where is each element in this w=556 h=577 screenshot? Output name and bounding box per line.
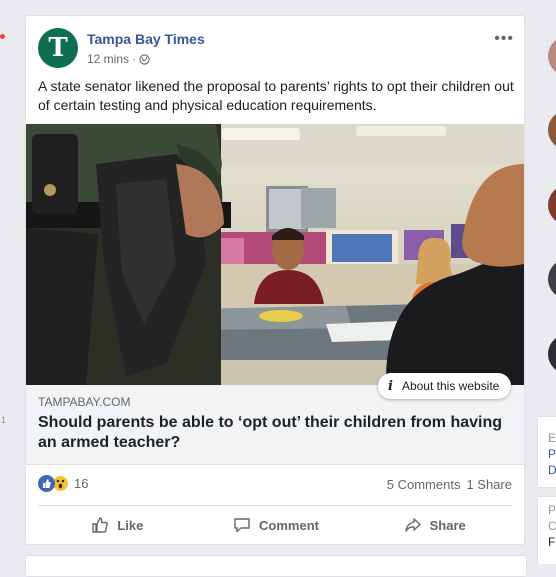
news-feed-post: T Tampa Bay Times 12 mins · ••• A state … <box>25 15 525 545</box>
right-panel-letter: E <box>548 431 556 445</box>
classroom-photo <box>26 124 524 385</box>
page-avatar[interactable]: T <box>38 28 78 68</box>
right-panel-letter: F <box>548 535 556 549</box>
next-post-card <box>25 555 527 577</box>
post-timestamp[interactable]: 12 mins <box>87 52 129 66</box>
share-button[interactable]: Share <box>355 509 514 541</box>
meta-separator: · <box>132 52 137 66</box>
post-header: T Tampa Bay Times 12 mins · ••• <box>38 28 514 70</box>
left-sidebar-edge: 1 <box>0 0 24 564</box>
link-domain: TAMPABAY.COM <box>38 395 131 409</box>
about-this-website-label: About this website <box>401 379 500 393</box>
friend-avatar[interactable] <box>548 334 556 374</box>
notification-dot <box>0 34 5 39</box>
right-column: E P D P C F <box>536 0 556 564</box>
post-action-bar: Like Comment Share <box>38 509 514 541</box>
friend-avatar[interactable] <box>548 259 556 299</box>
engagement-counts: 5 Comments 1 Share <box>387 477 512 492</box>
like-label: Like <box>117 517 144 533</box>
comment-label: Comment <box>259 517 319 533</box>
comment-button[interactable]: Comment <box>197 509 356 541</box>
right-panel-letter[interactable]: P <box>548 446 556 462</box>
friend-avatar[interactable] <box>548 36 556 76</box>
page-name-link[interactable]: Tampa Bay Times <box>87 31 205 47</box>
like-button[interactable]: Like <box>38 509 197 541</box>
globe-icon <box>139 53 150 65</box>
more-options-icon[interactable]: ••• <box>494 30 514 48</box>
like-reaction-icon <box>38 475 55 492</box>
action-divider <box>38 505 512 506</box>
share-icon <box>404 518 421 532</box>
link-preview-image[interactable] <box>26 124 524 385</box>
reaction-summary[interactable]: 16 <box>38 475 88 492</box>
comments-count-link[interactable]: 5 Comments <box>387 477 461 492</box>
link-headline: Should parents be able to ‘opt out’ thei… <box>38 414 503 451</box>
reaction-count: 16 <box>74 476 89 491</box>
friend-avatar[interactable] <box>548 185 556 225</box>
about-this-website-button[interactable]: i About this website <box>378 373 512 399</box>
share-label: Share <box>429 517 466 533</box>
info-icon: i <box>388 378 393 394</box>
like-icon <box>92 517 109 533</box>
shares-count-link[interactable]: 1 Share <box>466 477 512 492</box>
right-panel-letter: C <box>548 519 556 533</box>
comment-icon <box>234 518 250 533</box>
right-panel-letter: P <box>548 503 556 517</box>
friend-avatar[interactable] <box>548 110 556 150</box>
post-meta: 12 mins · <box>87 52 150 66</box>
left-count: 1 <box>1 415 7 425</box>
right-panel-letter[interactable]: D <box>548 462 556 478</box>
post-text: A state senator likened the proposal to … <box>38 78 514 113</box>
